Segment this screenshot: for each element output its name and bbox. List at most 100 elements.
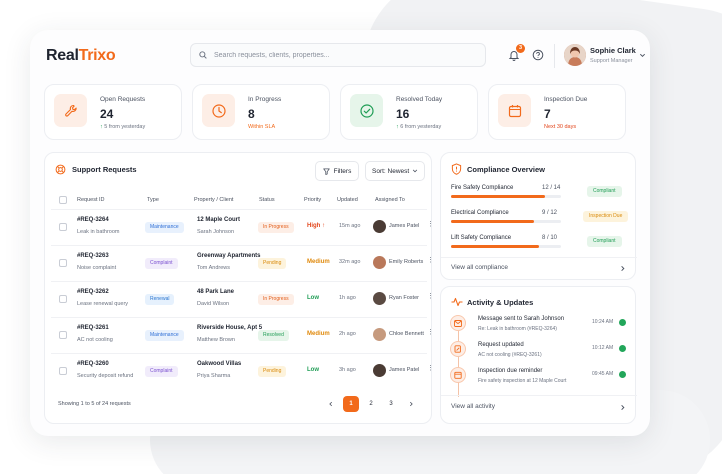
stat-label: Resolved Today xyxy=(396,96,443,103)
status-badge: Resolved xyxy=(258,330,289,341)
activity-subtext: Re: Leak in bathroom (#REQ-3264) xyxy=(478,326,557,332)
priority-label: Low xyxy=(307,295,319,301)
calendar-icon xyxy=(450,367,466,383)
request-description: Leak in bathroom xyxy=(77,229,120,235)
row-checkbox[interactable] xyxy=(59,367,67,375)
row-checkbox[interactable] xyxy=(59,295,67,303)
column-header[interactable]: Property / Client xyxy=(194,197,233,203)
client-name: Sarah Johnson xyxy=(197,229,234,235)
user-avatar[interactable] xyxy=(564,44,586,66)
check-icon xyxy=(619,319,626,326)
row-checkbox[interactable] xyxy=(59,331,67,339)
more-options-icon[interactable]: ⋮ xyxy=(427,221,434,228)
calendar-icon xyxy=(498,94,531,127)
help-button[interactable] xyxy=(532,48,544,66)
assignee-name: Ryan Foster xyxy=(389,295,419,301)
search-bar[interactable] xyxy=(190,43,486,67)
request-id[interactable]: #REQ-3263 xyxy=(77,253,109,259)
table-row[interactable]: #REQ-3260 Security deposit refund Compla… xyxy=(51,353,434,389)
activity-title: Message sent to Sarah Johnson xyxy=(478,316,565,322)
dashboard-window: RealTrixo 3 Sophie Clark Support Manager… xyxy=(30,30,650,436)
chevron-down-icon[interactable] xyxy=(639,52,646,59)
check-circle-icon xyxy=(350,94,383,127)
column-header[interactable]: Status xyxy=(259,197,275,203)
column-header[interactable]: Priority xyxy=(304,197,321,203)
filter-icon xyxy=(322,167,330,175)
assignee-avatar xyxy=(373,256,386,269)
sort-dropdown[interactable]: Sort: Newest xyxy=(365,161,425,181)
table-row[interactable]: #REQ-3264 Leak in bathroom Maintenance 1… xyxy=(51,209,434,245)
stat-card-inspection-due[interactable]: Inspection Due 7 Next 30 days xyxy=(488,84,626,140)
search-input[interactable] xyxy=(214,51,464,59)
stat-card-in-progress[interactable]: In Progress 8 Within SLA xyxy=(192,84,330,140)
assignee-name: Chloe Bennett xyxy=(389,331,424,337)
chevron-right-icon[interactable] xyxy=(619,404,626,411)
property-name: Oakwood Villas xyxy=(197,361,242,367)
view-all-activity-link[interactable]: View all activity xyxy=(451,403,495,410)
pagination-page-1[interactable]: 1 xyxy=(343,396,359,412)
lifebuoy-icon xyxy=(55,164,66,175)
table-row[interactable]: #REQ-3262 Lease renewal query Renewal 48… xyxy=(51,281,434,317)
chevron-right-icon[interactable] xyxy=(619,265,626,272)
stat-value: 16 xyxy=(396,107,410,121)
column-header[interactable]: Updated xyxy=(337,197,358,203)
top-bar: RealTrixo 3 Sophie Clark Support Manager xyxy=(30,30,650,82)
request-id[interactable]: #REQ-3260 xyxy=(77,361,109,367)
panel-title: Support Requests xyxy=(72,165,137,174)
view-all-compliance-link[interactable]: View all compliance xyxy=(451,264,508,271)
search-icon xyxy=(199,51,207,59)
filters-button[interactable]: Filters xyxy=(315,161,359,181)
updated-time: 15m ago xyxy=(339,223,361,229)
compliance-overview-panel: Compliance Overview Fire Safety Complian… xyxy=(440,152,637,280)
request-id[interactable]: #REQ-3262 xyxy=(77,289,109,295)
compliance-status-badge: Inspection Due xyxy=(583,211,629,222)
edit-document-icon xyxy=(450,341,466,357)
pagination-prev-button[interactable] xyxy=(323,396,339,412)
activity-pulse-icon xyxy=(451,297,463,307)
help-icon xyxy=(532,49,544,61)
table-row[interactable]: #REQ-3263 Noise complaint Complaint Gree… xyxy=(51,245,434,281)
chevron-right-icon xyxy=(409,401,413,407)
pagination-page-2[interactable]: 2 xyxy=(363,396,379,412)
more-options-icon[interactable]: ⋮ xyxy=(427,293,434,300)
compliance-item-name: Electrical Compliance xyxy=(451,210,509,216)
support-requests-panel: Support Requests Filters Sort: Newest Re… xyxy=(44,152,434,424)
column-header[interactable]: Assigned To xyxy=(375,197,405,203)
panel-title: Compliance Overview xyxy=(467,165,545,174)
user-name[interactable]: Sophie Clark xyxy=(590,46,636,55)
more-options-icon[interactable]: ⋮ xyxy=(427,257,434,264)
notifications-button[interactable]: 3 xyxy=(508,44,525,62)
assignee-avatar xyxy=(373,328,386,341)
shield-icon xyxy=(451,163,462,175)
clock-icon xyxy=(202,94,235,127)
row-checkbox[interactable] xyxy=(59,223,67,231)
status-badge: In Progress xyxy=(258,222,294,233)
select-all-checkbox[interactable] xyxy=(59,196,67,204)
check-icon xyxy=(619,371,626,378)
column-header[interactable]: Request ID xyxy=(77,197,105,203)
stat-card-resolved-today[interactable]: Resolved Today 16 ↑ 6 from yesterday xyxy=(340,84,478,140)
more-options-icon[interactable]: ⋮ xyxy=(427,329,434,336)
priority-label: Medium xyxy=(307,259,330,265)
app-logo[interactable]: RealTrixo xyxy=(46,47,116,65)
row-checkbox[interactable] xyxy=(59,259,67,267)
pagination-next-button[interactable] xyxy=(403,396,419,412)
pagination-summary: Showing 1 to 5 of 24 requests xyxy=(58,401,131,407)
table-row[interactable]: #REQ-3261 AC not cooling Maintenance Riv… xyxy=(51,317,434,353)
request-id[interactable]: #REQ-3264 xyxy=(77,217,109,223)
stat-card-open-requests[interactable]: Open Requests 24 ↑ 5 from yesterday xyxy=(44,84,182,140)
pagination-page-3[interactable]: 3 xyxy=(383,396,399,412)
request-id[interactable]: #REQ-3261 xyxy=(77,325,109,331)
compliance-status-badge: Compliant xyxy=(587,236,622,247)
chevron-down-icon xyxy=(412,169,418,173)
arrow-up-icon: ↑ xyxy=(396,124,399,130)
stat-value: 24 xyxy=(100,107,114,121)
column-header[interactable]: Type xyxy=(147,197,159,203)
updated-time: 32m ago xyxy=(339,259,361,265)
more-options-icon[interactable]: ⋮ xyxy=(427,365,434,372)
type-badge: Maintenance xyxy=(145,222,184,233)
type-badge: Complaint xyxy=(145,366,178,377)
activity-title: Inspection due reminder xyxy=(478,368,543,374)
property-name: 48 Park Lane xyxy=(197,289,235,295)
mail-icon xyxy=(450,315,466,331)
